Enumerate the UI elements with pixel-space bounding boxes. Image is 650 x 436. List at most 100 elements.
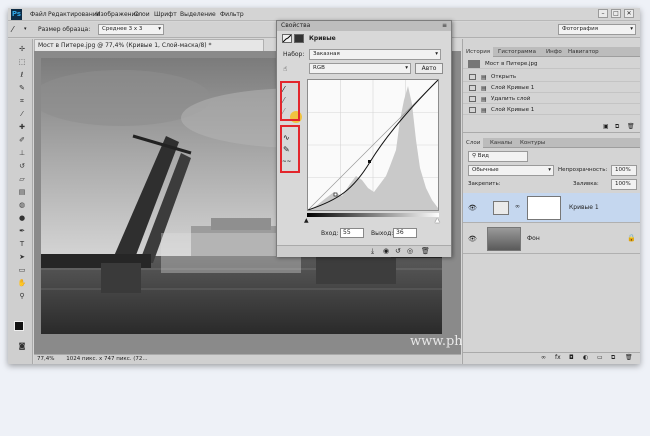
layer-row-curves[interactable]: 👁 ∞ Кривые 1 bbox=[463, 193, 640, 223]
blend-mode-select[interactable]: Обычные ▾ bbox=[468, 165, 554, 176]
new-document-icon[interactable]: ⧉ bbox=[615, 123, 619, 131]
chevron-down-icon: ▾ bbox=[435, 51, 438, 57]
properties-footer: ⤓ ◉ ↺ ◎ 🗑 bbox=[277, 245, 451, 257]
properties-title-bar[interactable]: Свойства ≡ bbox=[277, 21, 451, 31]
output-value-field[interactable]: 36 bbox=[393, 228, 417, 238]
path-select-tool-icon[interactable]: ➤ bbox=[17, 253, 27, 262]
tab-history[interactable]: История bbox=[463, 47, 494, 57]
curves-graph-svg bbox=[307, 79, 439, 211]
history-checkbox[interactable] bbox=[469, 107, 476, 113]
eyedropper-tool-icon[interactable]: ⁄ bbox=[12, 25, 13, 34]
opacity-field[interactable]: 100% bbox=[611, 165, 637, 176]
layer-filter-select[interactable]: ⚲ Вид bbox=[468, 151, 528, 162]
stamp-tool-icon[interactable]: ⊥ bbox=[17, 149, 27, 158]
reset-icon[interactable]: ↺ bbox=[395, 247, 401, 255]
panel-menu-icon[interactable]: ≡ bbox=[442, 21, 447, 31]
quick-select-tool-icon[interactable]: ✎ bbox=[17, 84, 27, 93]
tab-layers[interactable]: Слои bbox=[463, 138, 484, 148]
right-panel: История Гистограмма Инфо Навигатор Мост … bbox=[462, 39, 640, 364]
history-checkbox[interactable] bbox=[469, 74, 476, 80]
view-previous-icon[interactable]: ◉ bbox=[383, 247, 389, 255]
gradient-tool-icon[interactable]: ▤ bbox=[17, 188, 27, 197]
close-button[interactable]: ✕ bbox=[624, 9, 634, 18]
white-point-slider-icon[interactable]: ▲ bbox=[435, 217, 440, 224]
channel-select[interactable]: RGB ▾ bbox=[309, 63, 411, 74]
menu-layers[interactable]: Слои bbox=[134, 11, 150, 18]
menu-type[interactable]: Шрифт bbox=[154, 11, 177, 18]
tab-navigator[interactable]: Навигатор bbox=[565, 47, 602, 57]
history-item[interactable]: ▤ Открыть bbox=[463, 72, 640, 82]
pen-tool-icon[interactable]: ✒ bbox=[17, 227, 27, 236]
preset-select[interactable]: Заказная ▾ bbox=[309, 49, 441, 60]
zoom-tool-icon[interactable]: ⚲ bbox=[17, 292, 27, 301]
visibility-icon[interactable]: ◎ bbox=[407, 247, 413, 255]
folder-icon[interactable]: ▭ bbox=[597, 354, 603, 361]
workspace-select[interactable]: Фотография ▾ bbox=[558, 24, 636, 35]
dodge-tool-icon[interactable]: ● bbox=[17, 214, 27, 223]
history-snapshot[interactable]: Мост в Питере.jpg bbox=[463, 59, 640, 69]
history-item[interactable]: ▤ Слой Кривые 1 bbox=[463, 105, 640, 115]
clip-to-layer-icon[interactable]: ⤓ bbox=[371, 247, 374, 256]
eye-icon[interactable]: 👁 bbox=[468, 235, 477, 243]
menu-file[interactable]: Файл bbox=[30, 11, 47, 18]
move-tool-icon[interactable]: ✢ bbox=[17, 45, 27, 54]
eyedropper-tool-icon[interactable]: ⁄ bbox=[17, 110, 27, 119]
layer-mask-thumbnail[interactable] bbox=[527, 196, 561, 220]
black-point-slider-icon[interactable]: ▲ bbox=[304, 217, 309, 224]
trash-icon[interactable]: 🗑 bbox=[627, 123, 635, 130]
menu-select[interactable]: Выделение bbox=[180, 11, 216, 18]
curves-adjustment-icon[interactable] bbox=[282, 34, 292, 43]
zoom-level[interactable]: 77,4% bbox=[37, 356, 54, 362]
menu-edit[interactable]: Редактирование bbox=[48, 11, 100, 18]
eraser-tool-icon[interactable]: ▱ bbox=[17, 175, 27, 184]
foreground-color-swatch[interactable] bbox=[14, 321, 24, 331]
type-tool-icon[interactable]: T bbox=[17, 240, 27, 249]
crop-tool-icon[interactable]: ⌗ bbox=[17, 97, 27, 106]
trash-icon[interactable]: 🗑 bbox=[421, 247, 430, 255]
output-label: Выход: bbox=[371, 230, 394, 237]
adjustment-layer-icon[interactable]: ◐ bbox=[583, 354, 588, 361]
layer-mask-icon[interactable] bbox=[294, 34, 304, 43]
minimize-button[interactable]: – bbox=[598, 9, 608, 18]
history-checkbox[interactable] bbox=[469, 96, 476, 102]
add-mask-icon[interactable]: ◘ bbox=[569, 354, 574, 361]
chain-link-icon[interactable]: ∞ bbox=[515, 203, 520, 210]
link-layers-icon[interactable]: ∞ bbox=[541, 354, 546, 361]
eye-icon[interactable]: 👁 bbox=[468, 204, 477, 212]
shape-tool-icon[interactable]: ▭ bbox=[17, 266, 27, 275]
input-value-field[interactable]: 55 bbox=[340, 228, 364, 238]
menu-filter[interactable]: Фильтр bbox=[220, 11, 244, 18]
maximize-button[interactable]: □ bbox=[611, 9, 621, 18]
menu-image[interactable]: Изображение bbox=[96, 11, 139, 18]
history-checkbox[interactable] bbox=[469, 85, 476, 91]
new-snapshot-icon[interactable]: ▣ bbox=[603, 123, 609, 130]
history-item[interactable]: ▤ Удалить слой bbox=[463, 94, 640, 104]
document-tab[interactable]: Мост в Питере.jpg @ 77,4% (Кривые 1, Сло… bbox=[34, 39, 264, 51]
layer-name[interactable]: Фон bbox=[527, 235, 540, 242]
tab-info[interactable]: Инфо bbox=[543, 47, 565, 57]
trash-icon[interactable]: 🗑 bbox=[625, 354, 633, 361]
blur-tool-icon[interactable]: ◍ bbox=[17, 201, 27, 210]
tab-histogram[interactable]: Гистограмма bbox=[495, 47, 539, 57]
history-item[interactable]: ▤ Слой Кривые 1 bbox=[463, 83, 640, 93]
sample-size-select[interactable]: Среднее 3 x 3 ▾ bbox=[98, 24, 164, 35]
fx-icon[interactable]: fx bbox=[555, 354, 561, 361]
tab-paths[interactable]: Контуры bbox=[517, 138, 548, 148]
healing-tool-icon[interactable]: ✚ bbox=[17, 123, 27, 132]
new-layer-icon[interactable]: ⧉ bbox=[611, 354, 615, 362]
layer-name[interactable]: Кривые 1 bbox=[569, 204, 599, 211]
layers-footer: ∞ fx ◘ ◐ ▭ ⧉ 🗑 bbox=[463, 352, 640, 364]
tab-channels[interactable]: Каналы bbox=[487, 138, 515, 148]
on-image-adjust-icon[interactable]: ☝ bbox=[283, 65, 293, 74]
history-brush-tool-icon[interactable]: ↺ bbox=[17, 162, 27, 171]
curves-graph[interactable] bbox=[307, 79, 439, 211]
quick-mask-icon[interactable]: ◙ bbox=[17, 342, 27, 351]
tool-preset-chevron-icon[interactable]: ▾ bbox=[24, 26, 27, 32]
hand-tool-icon[interactable]: ✋ bbox=[17, 279, 27, 288]
layer-row-background[interactable]: 👁 Фон 🔒 bbox=[463, 224, 640, 254]
marquee-tool-icon[interactable]: ⬚ bbox=[17, 58, 27, 67]
fill-field[interactable]: 100% bbox=[611, 179, 637, 190]
brush-tool-icon[interactable]: ✐ bbox=[17, 136, 27, 145]
auto-button[interactable]: Авто bbox=[415, 63, 443, 74]
lasso-tool-icon[interactable]: ℓ bbox=[17, 71, 27, 80]
